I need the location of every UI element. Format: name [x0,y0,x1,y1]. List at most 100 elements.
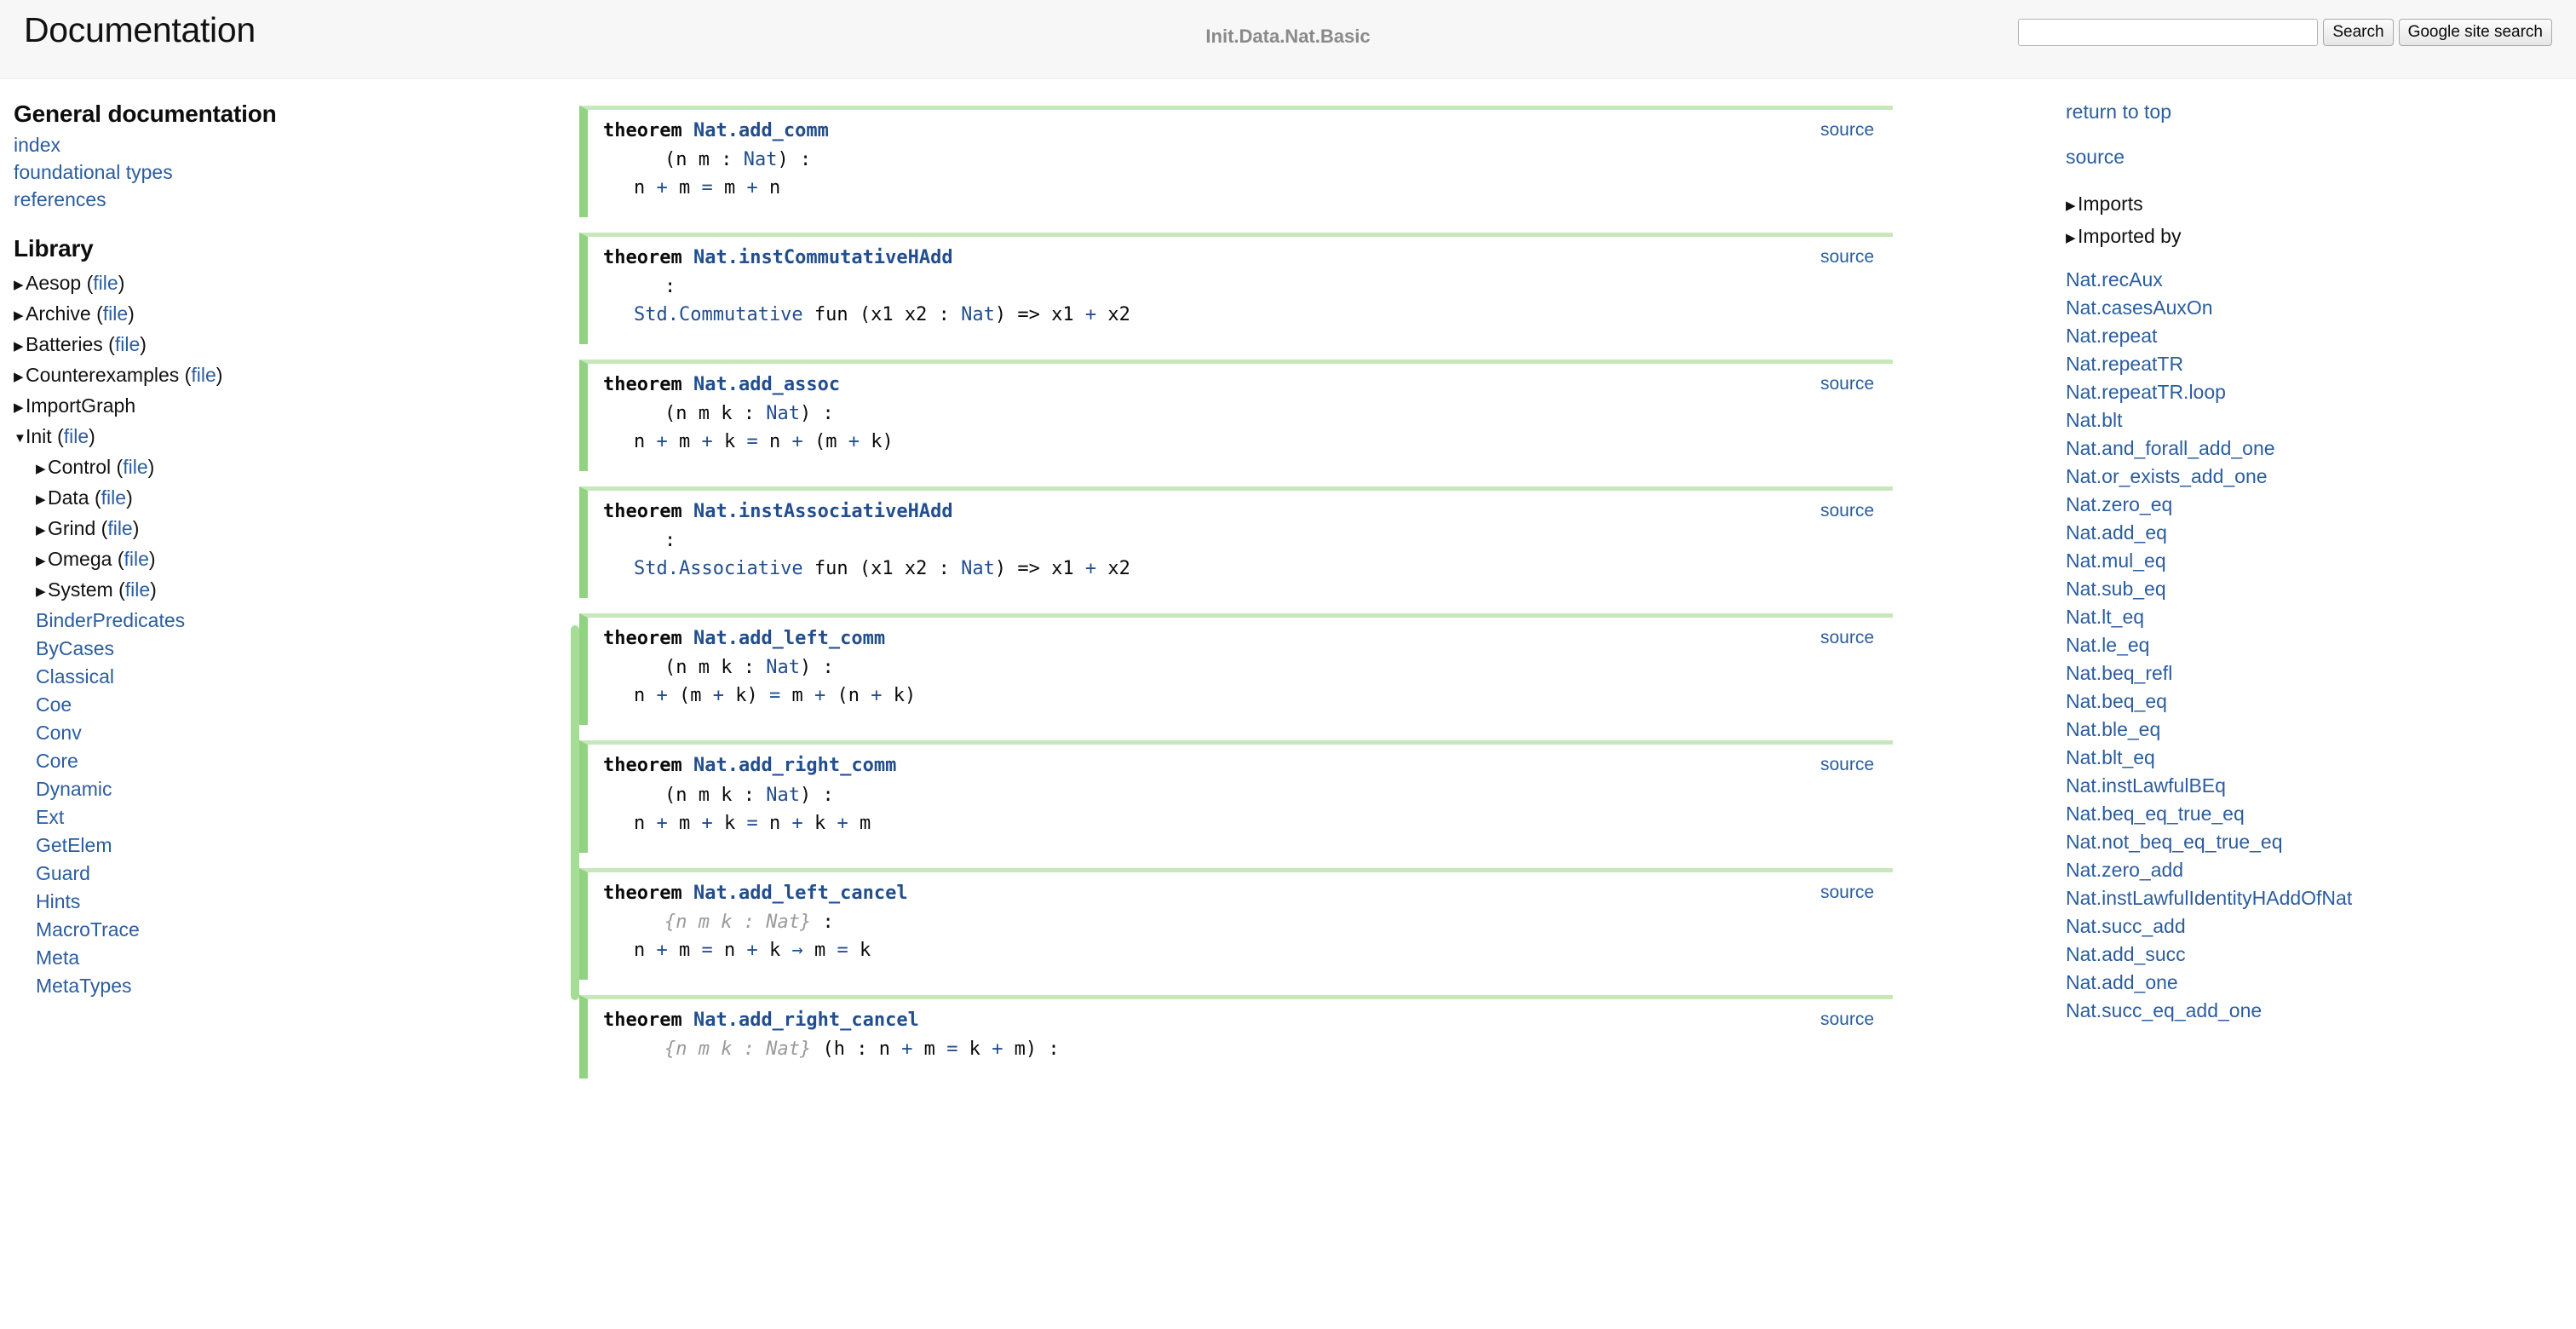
return-to-top-link[interactable]: return to top [2066,102,2566,122]
chevron-right-icon[interactable]: ▶ [36,463,48,475]
module-source-link[interactable]: source [2066,147,2566,167]
declaration-source-link[interactable]: source [1820,501,1874,521]
file-link[interactable]: file [191,364,216,386]
general-doc-link[interactable]: foundational types [14,163,562,182]
type-link[interactable]: Std.Commutative [634,304,803,325]
left-navigation-panel[interactable]: General documentation index foundational … [0,80,579,1329]
chevron-right-icon[interactable]: ▶ [36,493,48,506]
file-link[interactable]: file [125,578,150,601]
tree-item-control[interactable]: ▶ Control (file) [14,457,562,477]
tree-item-omega[interactable]: ▶ Omega (file) [14,549,562,569]
left-nav-scrollbar[interactable] [571,80,579,1329]
tree-leaf-meta[interactable]: Meta [14,948,562,968]
file-link[interactable]: file [101,486,126,509]
declaration-source-link[interactable]: source [1820,628,1874,648]
chevron-right-icon[interactable]: ▶ [36,585,48,598]
tree-leaf-metatypes[interactable]: MetaTypes [14,976,562,996]
tree-leaf-dynamic[interactable]: Dynamic [14,780,562,799]
file-link[interactable]: file [123,456,147,478]
chevron-right-icon[interactable]: ▶ [2066,230,2078,245]
declaration-name[interactable]: Nat.instAssociativeHAdd [693,501,953,522]
tree-item-importgraph[interactable]: ▶ ImportGraph [14,396,562,416]
right-nav-declaration-link[interactable]: Nat.recAux [2066,270,2566,290]
general-doc-link[interactable]: index [14,135,562,155]
right-nav-declaration-link[interactable]: Nat.add_succ [2066,945,2566,964]
right-nav-declaration-link[interactable]: Nat.sub_eq [2066,579,2566,599]
tree-leaf-ext[interactable]: Ext [14,808,562,827]
type-link[interactable]: Std.Associative [634,558,803,579]
tree-leaf-getelem[interactable]: GetElem [14,836,562,855]
declaration-source-link[interactable]: source [1820,374,1874,394]
tree-leaf-bycases[interactable]: ByCases [14,639,562,659]
right-nav-declaration-link[interactable]: Nat.lt_eq [2066,607,2566,627]
implicit-type-link[interactable]: Nat [766,1038,800,1060]
file-link[interactable]: file [103,302,128,325]
right-nav-declaration-link[interactable]: Nat.repeatTR [2066,354,2566,374]
chevron-right-icon[interactable]: ▶ [2066,198,2078,213]
tree-item-archive[interactable]: ▶ Archive (file) [14,304,562,324]
right-nav-declaration-link[interactable]: Nat.le_eq [2066,636,2566,655]
type-link[interactable]: Nat [961,558,995,579]
right-nav-declaration-link[interactable]: Nat.not_beq_eq_true_eq [2066,832,2566,852]
declaration-name[interactable]: Nat.add_assoc [693,374,840,395]
search-button[interactable]: Search [2323,19,2394,46]
file-link[interactable]: file [124,548,149,570]
tree-item-aesop[interactable]: ▶ Aesop (file) [14,273,562,293]
right-nav-declaration-link[interactable]: Nat.add_eq [2066,523,2566,543]
chevron-right-icon[interactable]: ▶ [14,401,26,414]
tree-leaf-coe[interactable]: Coe [14,695,562,715]
type-link[interactable]: Nat [766,657,800,678]
right-nav-declaration-list[interactable]: Nat.recAux Nat.casesAuxOn Nat.repeat Nat.re… [2066,270,2566,1021]
chevron-right-icon[interactable]: ▶ [36,524,48,537]
tree-item-data[interactable]: ▶ Data (file) [14,488,562,508]
tree-leaf-macrotrace[interactable]: MacroTrace [14,920,562,940]
tree-leaf-hints[interactable]: Hints [14,892,562,912]
chevron-right-icon[interactable]: ▶ [36,555,48,567]
search-input[interactable] [2018,19,2319,46]
declaration-source-link[interactable]: source [1820,755,1874,775]
declaration-name[interactable]: Nat.add_right_comm [693,755,896,776]
chevron-right-icon[interactable]: ▶ [14,309,26,322]
left-nav-scrollbar-thumb[interactable] [571,625,579,1000]
file-link[interactable]: file [64,425,89,447]
right-nav-declaration-link[interactable]: Nat.or_exists_add_one [2066,467,2566,486]
right-nav-toggle-imports[interactable]: ▶ Imports [2066,193,2566,216]
right-nav-declaration-link[interactable]: Nat.blt_eq [2066,748,2566,768]
type-link[interactable]: Nat [744,149,778,170]
file-link[interactable]: file [93,272,118,294]
general-doc-link[interactable]: references [14,190,562,210]
declaration-name[interactable]: Nat.add_comm [693,120,829,141]
right-nav-declaration-link[interactable]: Nat.mul_eq [2066,551,2566,571]
right-nav-declaration-link[interactable]: Nat.ble_eq [2066,720,2566,739]
tree-item-init[interactable]: ▼Init (file) [14,427,562,446]
tree-item-batteries[interactable]: ▶ Batteries (file) [14,335,562,354]
right-nav-toggles[interactable]: ▶ Imports ▶ Imported by [2066,193,2566,248]
right-navigation-panel[interactable]: return to top source ▶ Imports ▶ Imported b… [2066,80,2576,1329]
file-link[interactable]: file [115,333,140,355]
chevron-down-icon[interactable]: ▼ [14,432,26,445]
type-link[interactable]: Nat [766,403,800,424]
right-nav-declaration-link[interactable]: Nat.casesAuxOn [2066,298,2566,318]
declaration-source-link[interactable]: source [1820,1010,1874,1030]
type-link[interactable]: Nat [961,304,995,325]
google-site-search-button[interactable]: Google site search [2398,19,2552,46]
tree-leaf-guard[interactable]: Guard [14,864,562,883]
right-nav-declaration-link[interactable]: Nat.succ_add [2066,917,2566,936]
tree-item-grind[interactable]: ▶ Grind (file) [14,519,562,538]
right-nav-declaration-link[interactable]: Nat.beq_eq [2066,692,2566,711]
right-nav-declaration-link[interactable]: Nat.zero_eq [2066,495,2566,515]
file-link[interactable]: file [107,517,132,539]
declaration-name[interactable]: Nat.add_left_cancel [693,883,908,904]
implicit-type-link[interactable]: Nat [766,912,800,933]
right-nav-declaration-link[interactable]: Nat.succ_eq_add_one [2066,1001,2566,1021]
right-nav-declaration-link[interactable]: Nat.beq_eq_true_eq [2066,804,2566,824]
tree-item-counterexamples[interactable]: ▶ Counterexamples (file) [14,365,562,385]
right-nav-toggle-imported-by[interactable]: ▶ Imported by [2066,225,2566,248]
right-nav-declaration-link[interactable]: Nat.zero_add [2066,860,2566,880]
right-nav-declaration-link[interactable]: Nat.repeat [2066,326,2566,346]
right-nav-declaration-link[interactable]: Nat.and_forall_add_one [2066,439,2566,458]
right-nav-declaration-link[interactable]: Nat.instLawfulBEq [2066,776,2566,796]
declaration-name[interactable]: Nat.add_right_cancel [693,1010,919,1031]
declaration-source-link[interactable]: source [1820,120,1874,141]
right-nav-declaration-link[interactable]: Nat.blt [2066,411,2566,430]
